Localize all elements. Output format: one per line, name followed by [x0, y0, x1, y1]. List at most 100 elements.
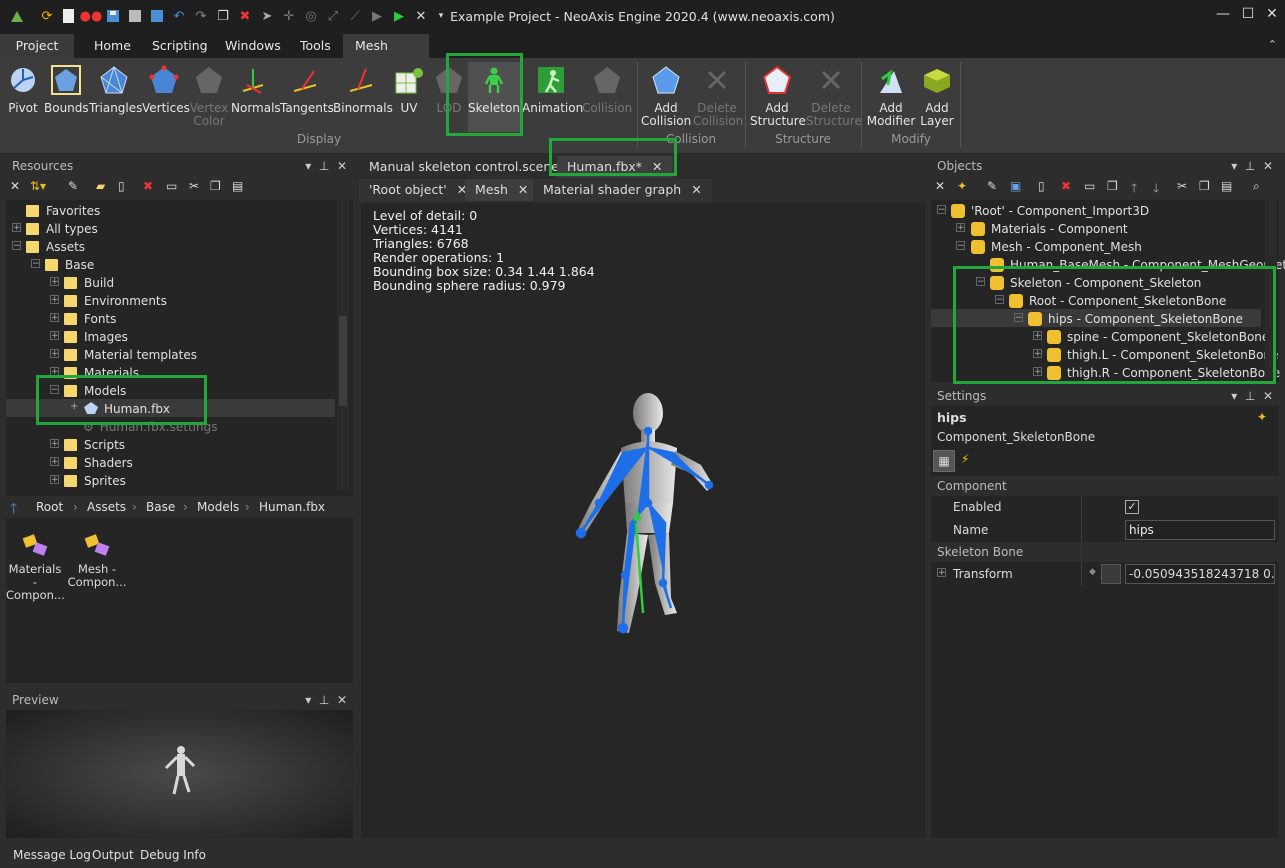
copy-icon[interactable]: ❐: [210, 179, 221, 193]
tree-item-base[interactable]: Base: [45, 256, 94, 274]
output-tab[interactable]: Output: [92, 846, 134, 864]
collision-button[interactable]: Collision: [582, 62, 632, 132]
close-icon[interactable]: ✕: [518, 182, 528, 197]
new-resource-icon[interactable]: ▯: [118, 179, 125, 193]
binormals-button[interactable]: Binormals: [333, 62, 393, 132]
window-icon[interactable]: ▣: [1010, 179, 1021, 193]
minimize-button[interactable]: —: [1212, 6, 1234, 26]
search-icon[interactable]: ⌕: [1253, 179, 1260, 194]
cut-icon[interactable]: ✂: [189, 179, 199, 193]
expand-icon[interactable]: +: [956, 223, 965, 233]
object-mesh[interactable]: Mesh - Component_Mesh: [971, 238, 1142, 256]
tree-item-scripts[interactable]: Scripts: [64, 436, 125, 454]
breadcrumb-base[interactable]: Base: [146, 498, 175, 516]
preview-viewport[interactable]: [6, 710, 353, 838]
paste-icon[interactable]: ▤: [1221, 179, 1232, 193]
delete-collision-button[interactable]: Delete Collision: [693, 62, 743, 132]
sort-icon[interactable]: ⇅▾: [30, 179, 46, 193]
up-arrow-icon[interactable]: 🡑: [10, 498, 17, 522]
rename-icon[interactable]: ▭: [166, 179, 177, 193]
collapse-icon[interactable]: −: [956, 241, 965, 251]
add-structure-button[interactable]: Add Structure: [750, 62, 806, 132]
triangles-button[interactable]: Triangles: [89, 62, 142, 132]
breadcrumb-assets[interactable]: Assets: [87, 498, 126, 516]
new-folder-icon[interactable]: ▰: [96, 179, 105, 193]
vertices-button[interactable]: Vertices: [142, 62, 190, 132]
file-item-materials[interactable]: Materials - Compon...: [6, 530, 65, 602]
panel-controls[interactable]: ▾ ⊥ ✕: [305, 156, 347, 176]
collapse-icon[interactable]: −: [31, 259, 40, 269]
breadcrumb-root[interactable]: Root: [36, 498, 63, 516]
expand-icon[interactable]: +: [12, 223, 21, 233]
expand-icon[interactable]: +: [50, 277, 59, 287]
tangents-button[interactable]: Tangents: [280, 62, 334, 132]
tree-item-material-templates[interactable]: Material templates: [64, 346, 197, 364]
tree-item-environments[interactable]: Environments: [64, 292, 167, 310]
animation-button[interactable]: Animation: [522, 62, 583, 132]
tree-item-build[interactable]: Build: [64, 274, 114, 292]
bounds-button[interactable]: Bounds: [44, 62, 89, 132]
delete-icon[interactable]: ✖: [1061, 179, 1071, 193]
delete-structure-button[interactable]: Delete Structure: [806, 62, 862, 132]
mesh-viewport[interactable]: Level of detail: 0 Vertices: 4141 Triang…: [361, 203, 925, 838]
edit-icon[interactable]: ✎: [987, 179, 997, 193]
magic-wand-icon[interactable]: ✦: [1257, 410, 1267, 424]
copy-icon[interactable]: ❐: [1199, 179, 1210, 193]
settings-icon[interactable]: ✕: [10, 179, 20, 193]
expand-icon[interactable]: +: [50, 457, 59, 467]
expand-icon[interactable]: +: [50, 475, 59, 485]
move-down-icon[interactable]: 🡓: [1153, 179, 1159, 200]
add-layer-button[interactable]: Add Layer: [918, 62, 956, 132]
tab-scripting[interactable]: Scripting: [140, 34, 220, 58]
debug-info-tab[interactable]: Debug Info: [140, 846, 206, 864]
name-input[interactable]: [1125, 520, 1275, 540]
new-object-icon[interactable]: ▯: [1038, 179, 1045, 193]
vertex-color-button[interactable]: Vertex Color: [188, 62, 230, 132]
tree-item-favorites[interactable]: Favorites: [26, 202, 100, 220]
add-modifier-button[interactable]: Add Modifier: [866, 62, 916, 132]
subtab-material-shader-graph[interactable]: Material shader graph ✕: [533, 179, 712, 201]
expand-icon[interactable]: +: [50, 295, 59, 305]
delete-icon[interactable]: ✖: [143, 179, 153, 193]
subtab-root-object[interactable]: 'Root object' ✕: [359, 179, 478, 201]
breadcrumb-models[interactable]: Models: [197, 498, 239, 516]
tree-item-all-types[interactable]: All types: [26, 220, 98, 238]
tab-home[interactable]: Home: [82, 34, 143, 58]
collapse-icon[interactable]: −: [937, 205, 946, 215]
tree-item-assets[interactable]: Assets: [26, 238, 85, 256]
expand-icon[interactable]: +: [937, 568, 946, 578]
tab-tools[interactable]: Tools: [288, 34, 343, 58]
file-item-mesh[interactable]: Mesh - Compon...: [66, 530, 128, 589]
uv-button[interactable]: UV: [393, 62, 425, 132]
tree-item-sprites[interactable]: Sprites: [64, 472, 126, 490]
expand-icon[interactable]: +: [50, 331, 59, 341]
add-collision-button[interactable]: Add Collision: [641, 62, 691, 132]
paste-icon[interactable]: ▤: [232, 179, 243, 193]
object-root-import3d[interactable]: 'Root' - Component_Import3D: [951, 202, 1149, 220]
properties-tab-icon[interactable]: ▦: [933, 450, 955, 472]
reference-dot-icon[interactable]: ◆: [1089, 567, 1096, 577]
collapse-icon[interactable]: −: [12, 241, 21, 251]
subtab-mesh[interactable]: Mesh ✕: [465, 179, 539, 201]
transform-button[interactable]: [1101, 564, 1121, 584]
panel-controls[interactable]: ▾ ⊥ ✕: [305, 690, 347, 710]
close-icon[interactable]: ✕: [691, 182, 701, 197]
tab-project[interactable]: Project: [0, 34, 74, 58]
expand-icon[interactable]: +: [50, 313, 59, 323]
object-materials[interactable]: Materials - Component: [971, 220, 1128, 238]
enabled-checkbox[interactable]: ✓: [1125, 500, 1139, 514]
edit-icon[interactable]: ✎: [68, 179, 78, 193]
settings-icon[interactable]: ✕: [935, 179, 945, 193]
expand-icon[interactable]: +: [50, 439, 59, 449]
panel-controls[interactable]: ▾ ⊥ ✕: [1231, 386, 1273, 406]
tab-mesh-editor[interactable]: Mesh Editor: [343, 34, 429, 77]
tree-item-images[interactable]: Images: [64, 328, 128, 346]
rename-icon[interactable]: ▭: [1084, 179, 1095, 193]
collapse-ribbon-icon[interactable]: ⌃: [1268, 38, 1277, 51]
clone-icon[interactable]: ❐: [1107, 179, 1118, 193]
normals-button[interactable]: Normals: [231, 62, 281, 132]
close-window-button[interactable]: ✕: [1261, 6, 1283, 26]
tree-item-shaders[interactable]: Shaders: [64, 454, 133, 472]
events-tab-icon[interactable]: ⚡: [961, 452, 969, 466]
pivot-button[interactable]: Pivot: [4, 62, 42, 132]
